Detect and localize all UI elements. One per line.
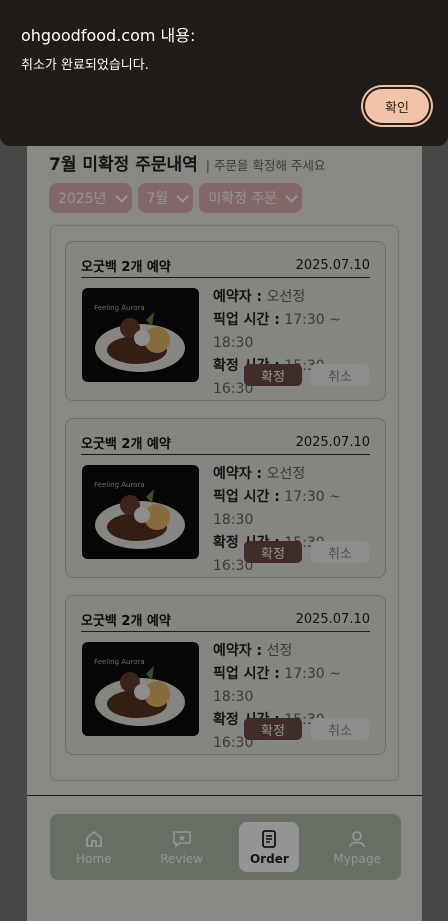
dialog-ok-button[interactable]: 확인	[363, 87, 431, 125]
dialog-title: ohgoodfood.com 내용:	[21, 26, 196, 45]
dialog-message: 취소가 완료되었습니다.	[21, 58, 149, 73]
alert-dialog: ohgoodfood.com 내용: 취소가 완료되었습니다. 확인	[0, 0, 448, 146]
